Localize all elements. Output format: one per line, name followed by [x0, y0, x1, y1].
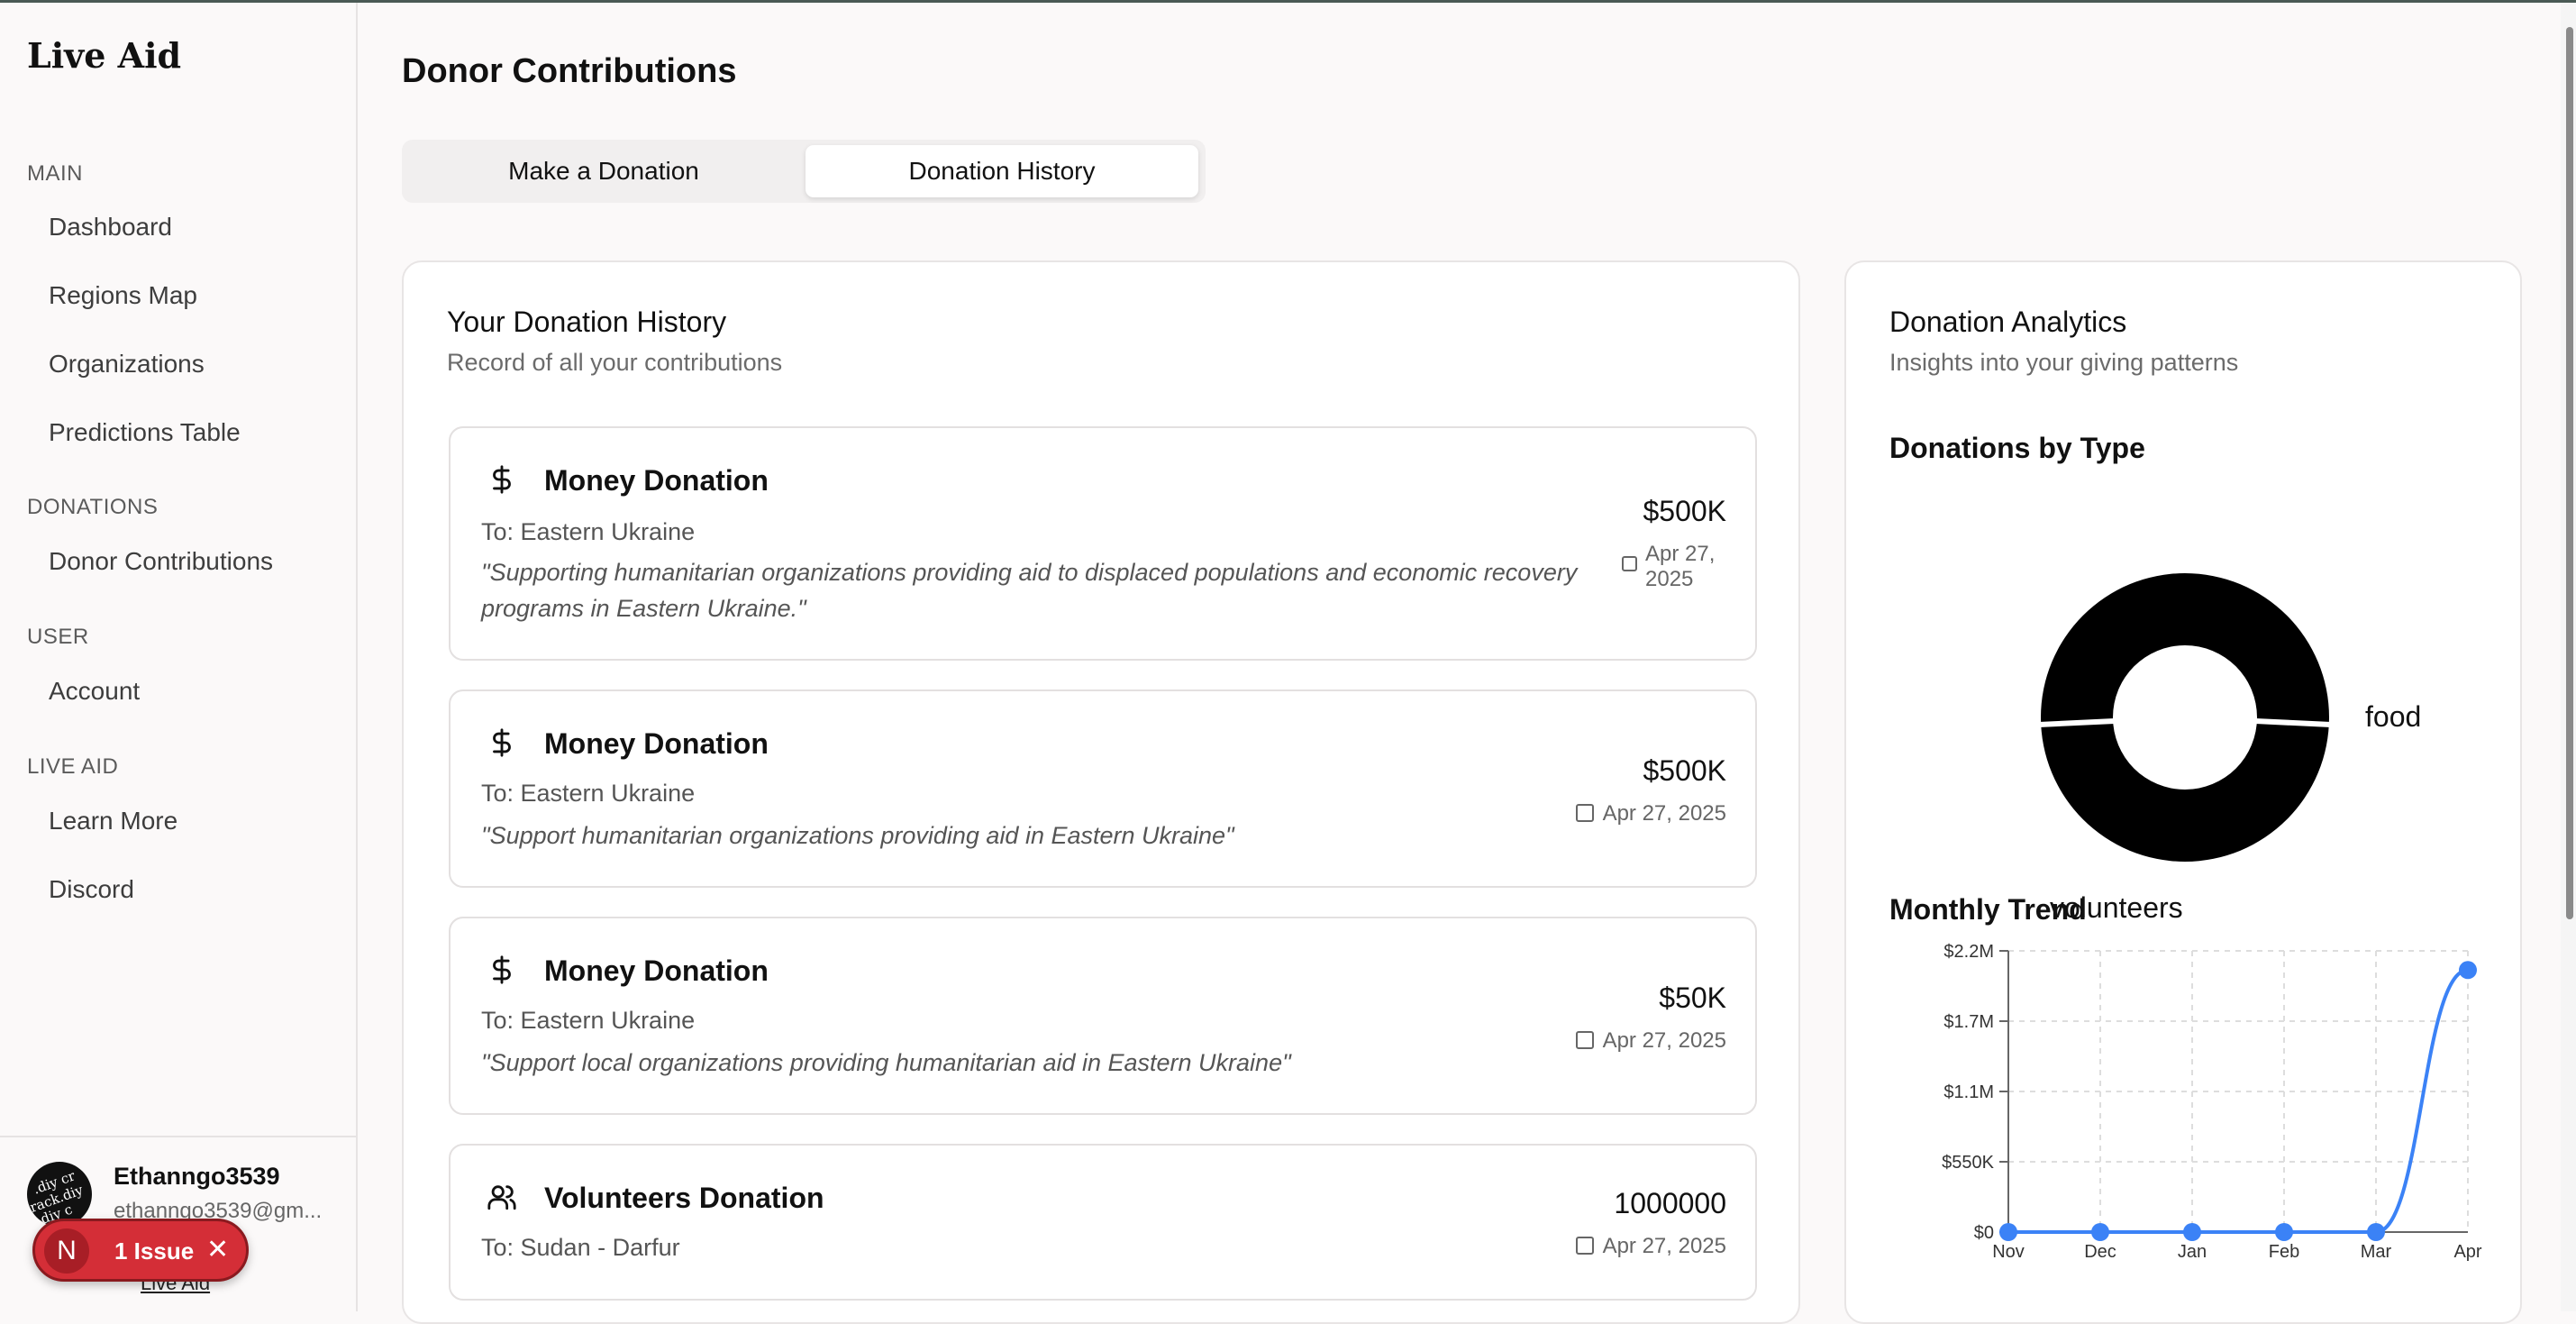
nextjs-icon: N — [44, 1228, 89, 1274]
donations-by-type-title: Donations by Type — [1889, 432, 2145, 464]
analytics-title: Donation Analytics — [1889, 306, 2127, 338]
tab-donation-history[interactable]: Donation History — [806, 145, 1198, 197]
page-title: Donor Contributions — [402, 52, 737, 90]
window-top-border — [0, 0, 2576, 3]
donation-date: Apr 27, 2025 — [1575, 1234, 1726, 1259]
scrollbar-thumb[interactable] — [2566, 27, 2573, 919]
history-subtitle: Record of all your contributions — [447, 349, 783, 376]
monthly-trend-title: Monthly Trend — [1889, 893, 2087, 926]
series-line — [2008, 968, 2469, 1234]
pie-slice — [2041, 573, 2329, 862]
data-point — [2367, 1223, 2385, 1241]
donation-history-card: Your Donation History Record of all your… — [402, 260, 1800, 1324]
donation-date: Apr 27, 2025 — [1575, 1028, 1726, 1054]
data-point — [2275, 1223, 2293, 1241]
data-point — [2091, 1223, 2109, 1241]
donation-type: Money Donation — [544, 464, 769, 497]
x-tick-label: Feb — [2269, 1242, 2299, 1262]
x-tick-label: Mar — [2361, 1242, 2392, 1262]
slice-gap — [2038, 718, 2116, 727]
donation-amount: $500K — [1643, 754, 1726, 787]
avatar: .diy cr rack.diy .diy c — [27, 1162, 92, 1227]
sidebar-section-live-aid: LIVE AID — [27, 754, 119, 779]
dollar-icon — [493, 465, 511, 494]
donation-recipient: To: Sudan - Darfur — [481, 1234, 680, 1261]
x-tick-label: Jan — [2178, 1242, 2207, 1262]
sidebar-item-predictions-table[interactable]: Predictions Table — [49, 418, 241, 447]
dollar-icon — [493, 728, 511, 757]
sidebar-item-dashboard[interactable]: Dashboard — [49, 213, 172, 242]
calendar-icon — [1622, 556, 1637, 571]
x-tick-label: Dec — [2084, 1242, 2116, 1262]
history-title: Your Donation History — [447, 306, 727, 338]
slice-gap — [2254, 718, 2332, 727]
donation-recipient: To: Eastern Ukraine — [481, 518, 696, 545]
list-item[interactable]: Money Donation To: Eastern Ukraine "Supp… — [449, 426, 1757, 661]
calendar-icon — [1575, 1031, 1594, 1049]
issues-badge[interactable]: N 1 Issue ✕ — [32, 1219, 249, 1282]
tab-make-donation[interactable]: Make a Donation — [407, 145, 800, 197]
close-icon[interactable]: ✕ — [206, 1234, 229, 1265]
list-item[interactable]: Money Donation To: Eastern Ukraine "Supp… — [449, 917, 1757, 1115]
donation-recipient: To: Eastern Ukraine — [481, 780, 696, 807]
issues-count: 1 Issue — [114, 1237, 195, 1265]
donation-recipient: To: Eastern Ukraine — [481, 1007, 696, 1034]
calendar-icon — [1575, 1237, 1594, 1255]
sidebar-section-donations: DONATIONS — [27, 495, 159, 519]
donation-type: Money Donation — [544, 954, 769, 987]
y-tick-label: $2.2M — [1943, 942, 1994, 962]
sidebar-item-donor-contributions[interactable]: Donor Contributions — [49, 547, 273, 576]
y-tick-label: $550K — [1942, 1153, 1994, 1173]
analytics-subtitle: Insights into your giving patterns — [1889, 349, 2239, 376]
sidebar-item-organizations[interactable]: Organizations — [49, 350, 205, 379]
monthly-trend-chart: $0 $550K $1.1M $1.7M $2.2M Nov Dec Jan Feb Mar Apr — [1942, 942, 2482, 1262]
donation-amount: $50K — [1659, 982, 1726, 1014]
sidebar-item-learn-more[interactable]: Learn More — [49, 807, 177, 835]
donation-message: "Support humanitarian organizations prov… — [481, 822, 1234, 849]
donation-message: "Supporting humanitarian organizations p… — [481, 559, 1578, 622]
calendar-icon — [1575, 804, 1594, 822]
users-icon — [487, 1185, 516, 1210]
sidebar-section-main: MAIN — [27, 161, 83, 186]
slice-label-food: food — [2365, 700, 2421, 733]
dollar-icon — [493, 955, 511, 984]
x-tick-label: Nov — [1992, 1242, 2025, 1262]
sidebar-item-account[interactable]: Account — [49, 677, 140, 706]
data-point — [2459, 961, 2477, 980]
donation-date: Apr 27, 2025 — [1575, 801, 1726, 826]
sidebar-item-regions-map[interactable]: Regions Map — [49, 281, 197, 310]
brand-logo[interactable]: Live Aid — [27, 35, 181, 76]
donation-amount: 1000000 — [1614, 1187, 1726, 1219]
donation-type: Money Donation — [544, 727, 769, 760]
x-tick-label: Apr — [2453, 1242, 2481, 1262]
tab-bar: Make a Donation Donation History — [402, 140, 1206, 203]
list-item[interactable]: Money Donation To: Eastern Ukraine "Supp… — [449, 689, 1757, 888]
donation-date: Apr 27, 2025 — [1622, 542, 1739, 592]
data-point — [2183, 1223, 2201, 1241]
list-item[interactable]: Volunteers Donation To: Sudan - Darfur 1… — [449, 1144, 1757, 1301]
donation-analytics-card: Donation Analytics Insights into your gi… — [1844, 260, 2522, 1324]
donation-amount: $500K — [1643, 495, 1726, 527]
sidebar-item-discord[interactable]: Discord — [49, 875, 134, 904]
donation-message: "Support local organizations providing h… — [481, 1049, 1291, 1076]
donation-type: Volunteers Donation — [544, 1182, 824, 1214]
y-tick-label: $1.1M — [1943, 1082, 1994, 1102]
y-tick-label: $1.7M — [1943, 1012, 1994, 1032]
user-name: Ethanngo3539 — [114, 1163, 280, 1190]
y-tick-label: $0 — [1974, 1223, 1994, 1243]
data-point — [1999, 1223, 2017, 1241]
sidebar-section-user: USER — [27, 625, 89, 649]
sidebar: Live Aid MAIN Dashboard Regions Map Orga… — [0, 3, 358, 1311]
